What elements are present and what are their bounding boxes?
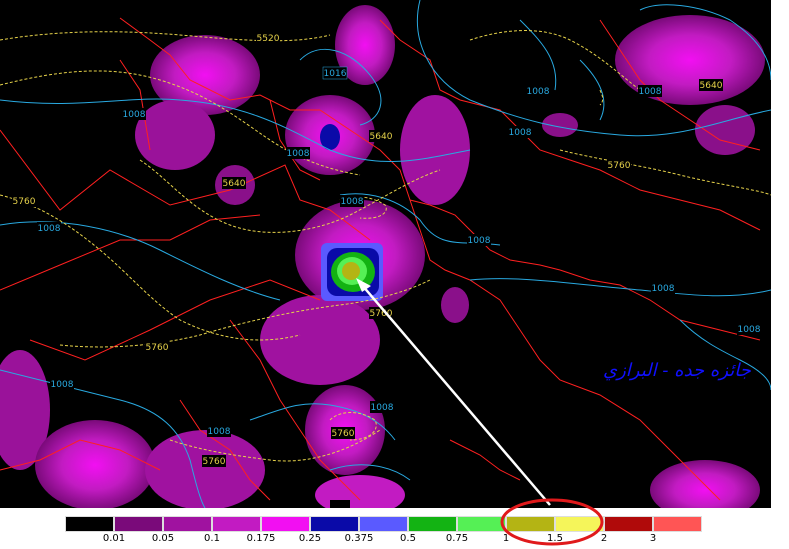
legend-tick-label: 1.5: [547, 533, 563, 544]
intense-cell: [321, 243, 383, 301]
svg-text:1008: 1008: [652, 284, 675, 294]
legend-tick-label: 0.75: [445, 533, 469, 544]
legend-tick-label: 0.05: [151, 533, 175, 544]
svg-text:5640: 5640: [223, 179, 246, 189]
height-label: 5760: [145, 341, 169, 353]
precip-area: [260, 295, 380, 385]
svg-text:5760: 5760: [203, 457, 226, 467]
pressure-label: 1008: [467, 234, 491, 246]
pressure-label: 1008: [207, 425, 231, 437]
svg-text:1008: 1008: [468, 236, 491, 246]
svg-text:1008: 1008: [287, 149, 310, 159]
legend-swatch: [408, 516, 457, 532]
precip-area: [35, 420, 155, 508]
legend-swatch: [457, 516, 506, 532]
legend-swatch: [555, 516, 604, 532]
precipitation-map: 1016 1008 1008 1008 1008 1008 1008 1008 …: [0, 0, 771, 508]
legend-swatch: [604, 516, 653, 532]
height-label: 5640: [369, 130, 393, 142]
legend-tick-label: 0.175: [246, 533, 276, 544]
legend-swatch: [359, 516, 408, 532]
svg-text:5760: 5760: [13, 197, 36, 207]
svg-text:1016: 1016: [324, 69, 347, 79]
pressure-label: 1008: [508, 126, 532, 138]
legend-swatch: [261, 516, 310, 532]
pressure-label: 1008: [638, 85, 662, 97]
pressure-label: 1008: [526, 85, 550, 97]
legend-tick-label: 0.375: [344, 533, 374, 544]
svg-text:1008: 1008: [738, 325, 761, 335]
svg-text:5520: 5520: [257, 34, 280, 44]
svg-text:1008: 1008: [509, 128, 532, 138]
legend-tick-label: 3: [649, 533, 657, 544]
legend-swatch: [65, 516, 114, 532]
height-label: 5760: [331, 427, 355, 439]
height-label: 5640: [222, 177, 246, 189]
svg-text:1008: 1008: [123, 110, 146, 120]
legend-tick-label: 0.5: [400, 533, 416, 544]
precip-area: [615, 15, 765, 105]
pressure-label: 1008: [50, 378, 74, 390]
pressure-label: 1008: [37, 222, 61, 234]
pressure-label: 1008: [122, 108, 146, 120]
legend-swatch: [653, 516, 702, 532]
legend-swatch: [163, 516, 212, 532]
legend-tick-label: 0.1: [204, 533, 220, 544]
svg-text:1008: 1008: [51, 380, 74, 390]
height-label: 5640: [699, 79, 723, 91]
height-label: 5520: [256, 32, 280, 44]
precip-area: [695, 105, 755, 155]
legend-tick-label: 0.25: [298, 533, 322, 544]
precip-area: [400, 95, 470, 205]
intensity-1.5: [342, 262, 360, 280]
svg-text:1008: 1008: [38, 224, 61, 234]
svg-text:1008: 1008: [527, 87, 550, 97]
height-label: 5760: [202, 455, 226, 467]
legend-swatch: [506, 516, 555, 532]
color-legend: 0.01 0.05 0.1 0.175 0.25 0.375 0.5 0.75 1 1.5 2 3: [0, 508, 789, 549]
legend-swatch: [114, 516, 163, 532]
pressure-label: 1008: [651, 282, 675, 294]
pressure-label: 1008: [370, 401, 394, 413]
pressure-label: 1008: [286, 147, 310, 159]
svg-text:5760: 5760: [608, 161, 631, 171]
svg-text:5760: 5760: [146, 343, 169, 353]
legend-tick-label: 0.01: [102, 533, 126, 544]
svg-text:1008: 1008: [639, 87, 662, 97]
legend-swatch: [212, 516, 261, 532]
svg-text:1008: 1008: [371, 403, 394, 413]
legend-tick-label: 2: [600, 533, 608, 544]
precip-area: [441, 287, 469, 323]
legend-tick-labels: 0.01 0.05 0.1 0.175 0.25 0.375 0.5 0.75 1 1.5 2 3: [0, 533, 789, 547]
svg-text:5760: 5760: [332, 429, 355, 439]
map-canvas: 1016 1008 1008 1008 1008 1008 1008 1008 …: [0, 0, 771, 508]
height-label: 5760: [12, 195, 36, 207]
legend-tick-label: 1: [502, 533, 510, 544]
svg-text:1008: 1008: [208, 427, 231, 437]
precip-area: [145, 430, 265, 508]
legend-swatches: [65, 516, 702, 532]
pressure-label: 1008: [737, 323, 761, 335]
legend-swatch: [310, 516, 359, 532]
svg-text:5640: 5640: [700, 81, 723, 91]
height-label: 5760: [607, 159, 631, 171]
signature-text: جائزه جده - البرازي: [603, 360, 751, 381]
pressure-label: 1016: [322, 66, 348, 80]
pressure-label: 1008: [340, 195, 364, 207]
map-edge-mark: [330, 500, 350, 508]
svg-text:5640: 5640: [370, 132, 393, 142]
svg-text:1008: 1008: [341, 197, 364, 207]
